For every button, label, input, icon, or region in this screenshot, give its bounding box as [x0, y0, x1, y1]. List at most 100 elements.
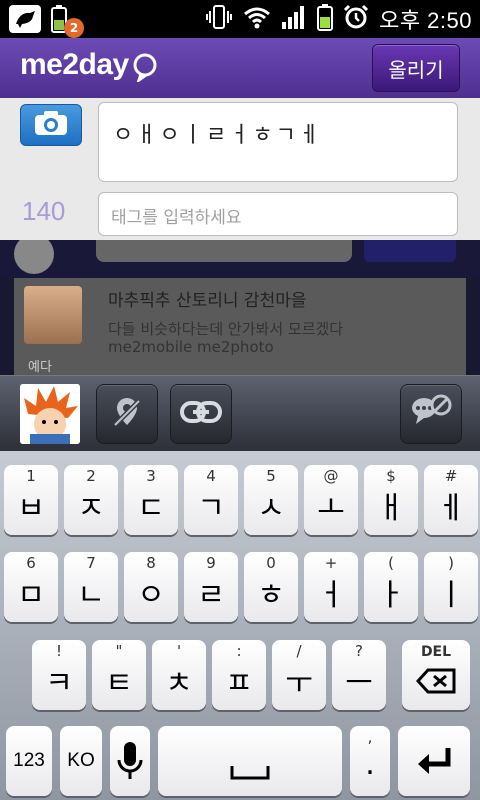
feed-background: 예다 마추픽추 산토리니 감천마을 다들 비슷하다는데 안가봐서 모르겠다 me…: [0, 240, 480, 375]
delete-key-label: DEL: [420, 644, 452, 660]
period-key-label: .: [365, 747, 375, 782]
key-label: ㅋ: [45, 666, 73, 701]
key-row3-3[interactable]: ' ㅊ: [152, 640, 206, 710]
feed-item-tags: me2mobile me2photo: [108, 338, 274, 356]
key-row1-7[interactable]: $ ㅐ: [364, 465, 418, 535]
key-row2-8[interactable]: ) ㅣ: [424, 552, 478, 622]
vibrate-icon: [205, 3, 233, 35]
signal-icon: [281, 4, 307, 34]
key-label: ㅈ: [77, 491, 105, 526]
feed-camera-icon: [364, 240, 456, 262]
feed-edge-left: [0, 278, 14, 375]
camera-button[interactable]: [20, 104, 82, 146]
bird-notification-icon: [8, 4, 42, 38]
key-row1-2[interactable]: 2ㅈ: [64, 465, 118, 535]
location-off-icon: [109, 395, 145, 433]
key-row1-4[interactable]: 4ㄱ: [184, 465, 238, 535]
link-icon: [179, 398, 223, 430]
key-row2-3[interactable]: 8ㅇ: [124, 552, 178, 622]
compose-panel: ㅇㅐㅇㅣㄹㅓㅎㄱㅔ 140 태그를 입력하세요: [0, 98, 480, 240]
key-label: ㅎ: [257, 578, 285, 613]
period-key-hint: ,: [367, 728, 373, 746]
language-key[interactable]: KO: [60, 726, 102, 796]
key-row2-7[interactable]: (ㅏ: [364, 552, 418, 622]
key-label: ㅏ: [377, 578, 405, 613]
me2day-logo: me2day: [20, 48, 129, 81]
voice-input-key[interactable]: [110, 726, 150, 796]
tag-input[interactable]: 태그를 입력하세요: [98, 192, 458, 236]
key-label: ㅌ: [105, 666, 133, 701]
key-row3-1[interactable]: ! ㅋ: [32, 640, 86, 710]
speech-bubble-logo-icon: [132, 52, 158, 86]
key-row2-6[interactable]: + ㅓ: [304, 552, 358, 622]
microphone-icon: [117, 740, 143, 786]
feed-item[interactable]: 예다 마추픽추 산토리니 감천마을 다들 비슷하다는데 안가봐서 모르겠다 me…: [14, 278, 466, 375]
key-label: ㅗ: [317, 491, 345, 526]
feed-bubble-icon: [14, 240, 54, 274]
alarm-icon: [343, 4, 369, 34]
status-bar: 2 오후 2:50: [0, 0, 480, 38]
language-key-label: KO: [67, 750, 95, 771]
key-row1-1[interactable]: 1ㅂ: [4, 465, 58, 535]
enter-key[interactable]: [398, 726, 470, 796]
link-button[interactable]: [170, 384, 232, 444]
space-bar-icon: [230, 764, 270, 786]
feed-author-name: 예다: [28, 360, 52, 375]
key-label: ㅜ: [285, 666, 313, 701]
enter-icon: [416, 746, 454, 782]
backspace-icon: [415, 668, 456, 698]
key-label: ㅓ: [317, 578, 345, 613]
key-label: ㄹ: [197, 578, 225, 613]
delete-key[interactable]: DEL: [402, 640, 470, 710]
period-key[interactable]: , .: [350, 726, 390, 796]
key-row1-3[interactable]: 3ㄷ: [124, 465, 178, 535]
char-counter: 140: [22, 196, 66, 226]
comment-off-button[interactable]: [400, 384, 462, 444]
key-row3-2[interactable]: " ㅌ: [92, 640, 146, 710]
battery-icon: [317, 3, 334, 35]
user-avatar: [20, 384, 80, 444]
message-input[interactable]: ㅇㅐㅇㅣㄹㅓㅎㄱㅔ: [98, 102, 458, 182]
key-label: ㅐ: [377, 491, 405, 526]
korean-keyboard: 1 ㅂ 2 ㅈ 3 ㄷ 4 ㄱ 5 ㅅ @ ㅗ $ ㅐ # ㅔ 6 ㅁ 7 ㄴ 8 ㅇ 9 ㄹ 0 ㅎ + ㅓ(ㅏ) ㅣ ! ㅋ " ㅌ ' ㅊ…: [0, 451, 480, 800]
comment-off-icon: [408, 394, 454, 434]
numeric-key-label: 123: [13, 750, 45, 771]
feed-author-avatar: [24, 286, 82, 344]
status-clock: 오후 2:50: [379, 8, 472, 33]
wifi-icon: [243, 5, 271, 33]
key-row1-6[interactable]: @ ㅗ: [304, 465, 358, 535]
key-label: ㅂ: [17, 491, 45, 526]
feed-item-title: 마추픽추 산토리니 감천마을: [108, 291, 307, 311]
key-label: ㅔ: [437, 491, 465, 526]
key-label: ㄴ: [77, 578, 105, 613]
location-off-button[interactable]: [96, 384, 158, 444]
feed-item-body: 다들 비슷하다는데 안가봐서 모르겠다: [108, 320, 344, 338]
key-row3-6[interactable]: ? ㅡ: [332, 640, 386, 710]
key-label: ㄱ: [197, 491, 225, 526]
key-row2-2[interactable]: 7ㄴ: [64, 552, 118, 622]
key-row2-1[interactable]: 6ㅁ: [4, 552, 58, 622]
key-row2-5[interactable]: 0ㅎ: [244, 552, 298, 622]
key-row1-8[interactable]: # ㅔ: [424, 465, 478, 535]
key-row3-5[interactable]: / ㅜ: [272, 640, 326, 710]
post-button[interactable]: 올리기: [372, 44, 460, 92]
notification-count-badge: 2: [64, 18, 84, 38]
key-row2-4[interactable]: 9ㄹ: [184, 552, 238, 622]
key-label: ㄷ: [137, 491, 165, 526]
space-key[interactable]: [158, 726, 342, 796]
key-label: ㅁ: [17, 578, 45, 613]
compose-toolbar: [0, 375, 480, 452]
key-label: ㅡ: [345, 666, 373, 701]
key-label: ㅊ: [165, 666, 193, 701]
key-label: ㅣ: [437, 578, 465, 613]
feed-compose-bar: [0, 240, 480, 278]
key-row1-5[interactable]: 5ㅅ: [244, 465, 298, 535]
key-label: ㅅ: [257, 491, 285, 526]
key-label: ㅇ: [137, 578, 165, 613]
numeric-key[interactable]: 123: [6, 726, 52, 796]
key-label: ㅍ: [225, 666, 253, 701]
camera-icon: [33, 109, 69, 141]
key-row3-4[interactable]: :ㅍ: [212, 640, 266, 710]
feed-edge-right: [466, 278, 480, 375]
app-header: me2day 올리기: [0, 38, 480, 98]
